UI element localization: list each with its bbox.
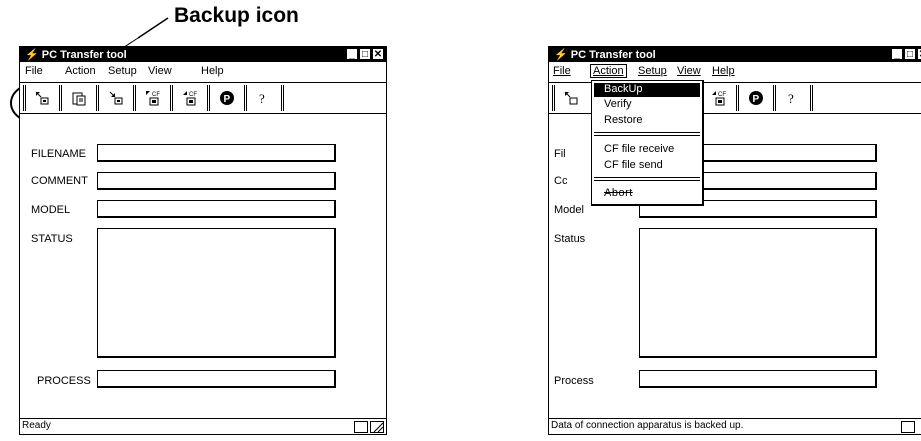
menu-setup[interactable]: Setup: [638, 65, 667, 77]
svg-text:CF: CF: [718, 92, 726, 98]
status-bar: Data of connection apparatus is backed u…: [549, 418, 921, 434]
menu-view[interactable]: View: [148, 65, 172, 77]
status-bar: Ready: [20, 418, 386, 434]
restore-icon[interactable]: [103, 86, 129, 110]
toolbar-separator: [810, 85, 813, 111]
process-label: Process: [554, 375, 594, 387]
cf-send-icon[interactable]: CF: [706, 86, 732, 110]
toolbar-separator: [244, 85, 247, 111]
model-label: Model: [554, 204, 584, 216]
menu-setup[interactable]: Setup: [108, 65, 137, 77]
filename-label: FILENAME: [31, 148, 87, 160]
status-label: Status: [554, 233, 586, 245]
menu-separator: [594, 132, 700, 136]
svg-text:P: P: [224, 94, 231, 105]
window-title: ⚡ PC Transfer tool: [25, 49, 127, 61]
process-bar: [97, 370, 336, 388]
menu-item-backup[interactable]: BackUp: [594, 83, 700, 97]
close-button[interactable]: ✕: [917, 48, 921, 60]
menu-item-verify[interactable]: Verify: [604, 98, 632, 110]
menu-item-abort: Abort: [604, 187, 633, 199]
toolbar-separator: [736, 85, 739, 111]
toolbar-separator: [96, 85, 99, 111]
model-label: MODEL: [31, 204, 71, 216]
pc-transfer-window-left: ⚡ PC Transfer tool _ □ ✕ File Action Set…: [19, 46, 387, 435]
toolbar-separator: [281, 85, 284, 111]
status-text: Ready: [22, 420, 51, 431]
menu-view[interactable]: View: [677, 65, 701, 77]
menu-action[interactable]: Action: [590, 64, 627, 78]
backup-icon[interactable]: [29, 86, 55, 110]
title-bar[interactable]: ⚡ PC Transfer tool _ □ ✕: [20, 47, 386, 62]
toolbar-separator: [207, 85, 210, 111]
close-button[interactable]: ✕: [372, 48, 384, 60]
filename-label: Fil: [554, 148, 566, 160]
svg-text:CF: CF: [189, 92, 197, 98]
status-panel: [354, 421, 368, 433]
minimize-button[interactable]: _: [891, 48, 903, 60]
menu-file[interactable]: File: [553, 65, 571, 77]
svg-text:?: ?: [788, 91, 794, 106]
cf-receive-icon[interactable]: CF: [140, 86, 166, 110]
resize-grip-icon[interactable]: [370, 421, 384, 433]
menu-action[interactable]: Action: [65, 65, 96, 77]
maximize-button[interactable]: □: [904, 48, 916, 60]
p-icon[interactable]: P: [214, 86, 240, 110]
menu-help[interactable]: Help: [201, 65, 224, 77]
status-text: Data of connection apparatus is backed u…: [551, 420, 744, 431]
toolbar-separator: [59, 85, 62, 111]
menu-item-cf-file-receive[interactable]: CF file receive: [604, 143, 674, 155]
menu-help[interactable]: Help: [712, 65, 735, 77]
process-bar: [639, 370, 877, 388]
title-bar[interactable]: ⚡ PC Transfer tool _ □ ✕: [549, 47, 921, 62]
pc-transfer-window-right: ⚡ PC Transfer tool _ □ ✕ File Action Set…: [548, 46, 921, 435]
window-title: ⚡ PC Transfer tool: [554, 49, 656, 61]
svg-text:CF: CF: [152, 92, 160, 98]
comment-label: COMMENT: [31, 175, 88, 187]
comment-field[interactable]: [97, 172, 336, 190]
menu-bar: File Action Setup View Help: [20, 63, 386, 79]
menu-file[interactable]: File: [25, 65, 43, 77]
toolbar-separator: [23, 85, 26, 111]
process-label: PROCESS: [37, 375, 91, 387]
maximize-button[interactable]: □: [359, 48, 371, 60]
svg-text:P: P: [753, 94, 760, 105]
action-menu-dropdown: BackUp Verify Restore CF file receive CF…: [591, 80, 704, 206]
menu-item-cf-file-send[interactable]: CF file send: [604, 159, 663, 171]
comment-label: Cc: [554, 175, 568, 187]
menu-bar: File Action Setup View Help: [549, 63, 921, 79]
menu-item-restore[interactable]: Restore: [604, 114, 643, 126]
minimize-button[interactable]: _: [346, 48, 358, 60]
toolbar-separator: [552, 85, 555, 111]
status-area[interactable]: [639, 228, 877, 358]
svg-text:?: ?: [259, 91, 265, 106]
menu-separator: [594, 177, 700, 181]
toolbar-separator: [133, 85, 136, 111]
backup-icon[interactable]: [558, 86, 584, 110]
toolbar-separator: [773, 85, 776, 111]
toolbar-separator: [170, 85, 173, 111]
toolbar: CF CF P ?: [20, 82, 386, 114]
callout-pointer-line: [137, 17, 169, 39]
model-field[interactable]: [97, 200, 336, 218]
cf-send-icon[interactable]: CF: [177, 86, 203, 110]
status-label: STATUS: [31, 233, 73, 245]
help-icon[interactable]: ?: [780, 86, 806, 110]
clipboard-icon[interactable]: [66, 86, 92, 110]
p-icon[interactable]: P: [743, 86, 769, 110]
status-area[interactable]: [97, 228, 336, 358]
help-icon[interactable]: ?: [251, 86, 277, 110]
filename-field[interactable]: [97, 144, 336, 162]
status-panel: [901, 421, 915, 433]
